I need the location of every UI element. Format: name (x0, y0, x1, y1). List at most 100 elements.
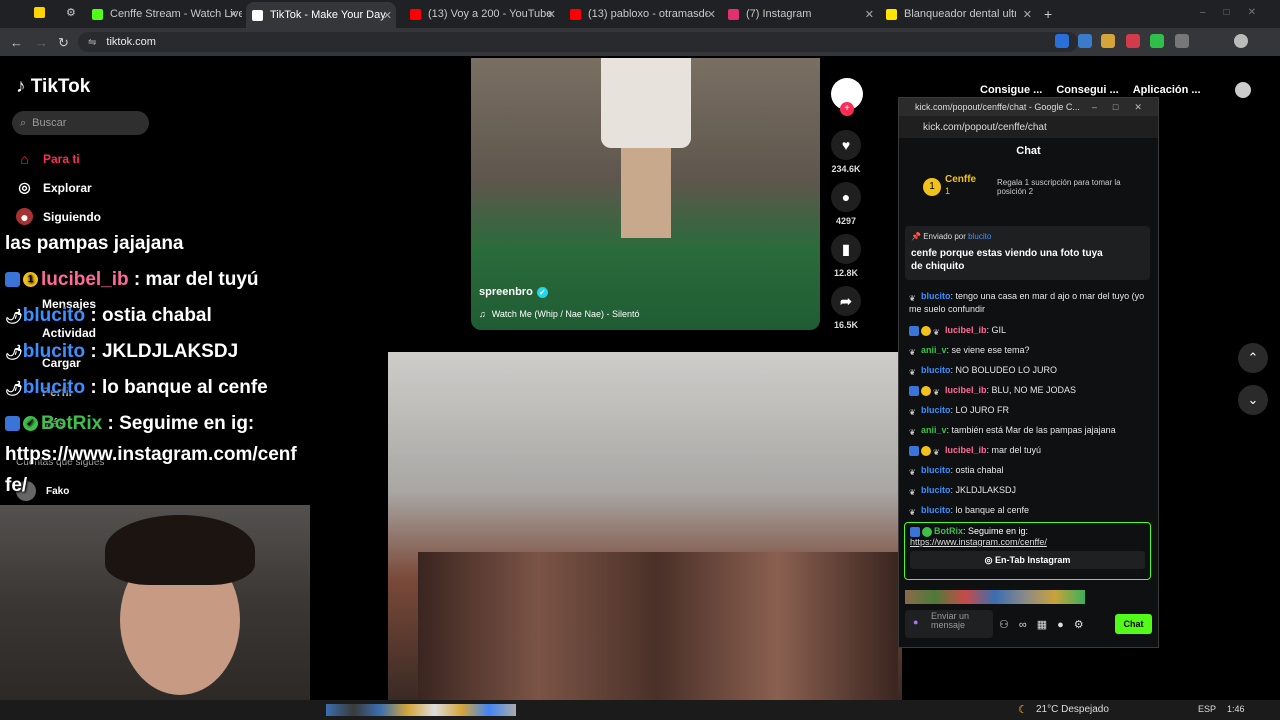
nav-explore[interactable]: ◎ Explorar (16, 179, 91, 196)
video-player-2[interactable] (388, 352, 902, 700)
chat-username[interactable]: blucito (921, 291, 951, 301)
language-indicator[interactable]: ESP (1198, 704, 1216, 714)
tab-youtube-1[interactable]: (13) Voy a 200 - YouTube ✕ (410, 4, 560, 24)
nav-activity[interactable]: Actividad (42, 326, 96, 340)
search-input[interactable]: ⌕ Buscar (12, 111, 149, 135)
pepper-badge-icon: ❦ (909, 367, 916, 377)
tab-tiktok[interactable]: TikTok - Make Your Day ✕ (246, 2, 396, 28)
chat-message: ❦ blucito: ostia chabal (909, 464, 1149, 477)
address-bar[interactable]: ⇋ tiktok.com (78, 32, 1078, 52)
new-tab-icon[interactable]: + (1044, 6, 1052, 22)
chat-username[interactable]: blucito (921, 465, 951, 475)
extension-7tv-icon[interactable] (1078, 34, 1092, 48)
tab-instagram[interactable]: (7) Instagram ✕ (728, 4, 878, 24)
pinned-message[interactable]: 📌 Enviado por blucito cenfe porque estas… (905, 226, 1150, 280)
chat-username[interactable]: anii_v (921, 345, 947, 355)
get-coins-link[interactable]: Consigue ... (980, 84, 1042, 96)
video-player-1[interactable]: spreenbro ✓ ♫ Watch Me (Whip / Nae Nae) - … (471, 58, 820, 330)
nav-following[interactable]: ● Siguiendo (16, 208, 101, 225)
chat-username[interactable]: blucito (921, 485, 951, 495)
tab-kick[interactable]: Cenffe Stream - Watch Live ✕ (92, 4, 242, 24)
instagram-favicon-icon (728, 8, 739, 20)
pepper-badge-icon: ❦ (909, 347, 916, 357)
pepper-badge-icon: ❦ (909, 427, 916, 437)
emote-strip[interactable] (905, 590, 1085, 604)
pepper-badge-icon: ❦ (909, 467, 916, 477)
extensions-puzzle-icon[interactable] (1175, 34, 1189, 48)
video-sound[interactable]: ♫ Watch Me (Whip / Nae Nae) - Silentó (479, 309, 639, 319)
follow-plus-icon[interactable]: + (840, 102, 854, 116)
mic-icon: ● (913, 617, 919, 627)
scroll-down-button[interactable]: ⌄ (1238, 385, 1268, 415)
like-button[interactable]: ♥ 234.6K (831, 130, 861, 174)
close-tab-icon[interactable]: ✕ (707, 8, 716, 21)
back-icon[interactable]: ← (10, 35, 23, 50)
popup-url-bar[interactable]: kick.com/popout/cenffe/chat (899, 116, 1158, 138)
pepper-badge-icon: ❦ (909, 407, 916, 417)
chat-username[interactable]: anii_v (921, 425, 947, 435)
extension-green-icon[interactable] (1150, 34, 1164, 48)
instagram-icon: ◎ (984, 554, 993, 565)
sidebar-toggle-icon[interactable] (34, 7, 45, 18)
chat-message: ❦ lucibel_ib: GIL (909, 324, 1149, 337)
chat-username[interactable]: blucito (921, 505, 951, 515)
send-chat-button[interactable]: Chat (1115, 614, 1152, 634)
tab-shop[interactable]: Blanqueador dental ultra blanq✕ (886, 4, 1036, 24)
chat-message: ❦ lucibel_ib: mar del tuyú (909, 444, 1149, 457)
tab-youtube-2[interactable]: (13) pabloxo - otramasdelpablo✕ (570, 4, 720, 24)
chat-text: : LO JURO FR (950, 405, 1010, 415)
compass-icon: ◎ (18, 179, 31, 195)
moderator-badge-icon (5, 416, 20, 432)
video-author[interactable]: spreenbro ✓ (479, 286, 548, 298)
scroll-up-button[interactable]: ⌃ (1238, 343, 1268, 373)
instagram-button[interactable]: ◎ En-Tab Instagram (910, 550, 1145, 569)
crowd (418, 552, 898, 700)
chat-username[interactable]: lucibel_ib (945, 445, 987, 455)
desktop-app-link[interactable]: Aplicación ... (1133, 84, 1201, 96)
tiktok-logo[interactable]: ♪ TikTok (16, 76, 90, 98)
chat-text: : se viene ese tema? (946, 345, 1030, 355)
bookmark-button[interactable]: ▮ 12.8K (831, 234, 861, 278)
forward-icon[interactable]: → (35, 35, 48, 50)
site-info-icon[interactable]: ⇋ (88, 37, 96, 48)
shop-favicon-icon (886, 8, 897, 20)
close-tab-icon[interactable]: ✕ (383, 9, 392, 22)
nav-for-you[interactable]: ⌂ Para ti (16, 150, 79, 167)
close-tab-icon[interactable]: ✕ (547, 8, 556, 21)
moderator-badge-icon (909, 445, 919, 456)
close-tab-icon[interactable]: ✕ (1023, 8, 1032, 21)
clock[interactable]: 1:46 (1227, 704, 1245, 714)
extension-abp-icon[interactable] (1126, 34, 1140, 48)
user-avatar[interactable] (1235, 82, 1251, 98)
close-tab-icon[interactable]: ✕ (229, 8, 238, 21)
chat-username[interactable]: blucito (921, 405, 951, 415)
instagram-link[interactable]: https://www.instagram.com/cenffe/ (910, 537, 1145, 547)
get-app-link[interactable]: Consegui ... (1056, 84, 1118, 96)
overlay-chat-line: 🌶blucito : ostia chabal (5, 305, 212, 326)
dancer-shorts (601, 58, 691, 148)
comment-button[interactable]: ● 4297 (831, 182, 861, 226)
chat-username[interactable]: lucibel_ib (945, 325, 987, 335)
extension-blue-icon[interactable] (1055, 34, 1069, 48)
overlay-chat-line: 🌶blucito : JKLDJLAKSDJ (5, 341, 239, 362)
taskbar-apps[interactable] (326, 704, 516, 716)
verified-badge-icon (922, 526, 932, 537)
pepper-badge-icon: 🌶 (5, 308, 23, 324)
browser-tab-bar: ⚙ Cenffe Stream - Watch Live ✕ TikTok - M… (0, 0, 1280, 28)
reload-icon[interactable]: ↻ (58, 35, 69, 51)
chat-username[interactable]: blucito (921, 365, 951, 375)
chat-input[interactable]: ● Enviar un mensaje (905, 610, 993, 638)
popup-window-controls[interactable]: –□✕ (1092, 102, 1158, 113)
overlay-chat-line: 1 lucibel_ib : mar del tuyú (5, 269, 259, 291)
chat-message: ❦ blucito: LO JURO FR (909, 404, 1149, 417)
window-controls[interactable]: –□✕ (1200, 7, 1274, 18)
extension-gold-icon[interactable] (1101, 34, 1115, 48)
tiktok-note-icon: ♪ (16, 76, 26, 97)
chat-tools[interactable]: ⚇∞▦●⚙ (999, 618, 1094, 631)
music-note-icon: ♫ (479, 309, 486, 319)
settings-icon[interactable]: ⚙ (66, 6, 76, 19)
chat-username[interactable]: lucibel_ib (945, 385, 987, 395)
close-tab-icon[interactable]: ✕ (865, 8, 874, 21)
share-button[interactable]: ➦ 16.5K (831, 286, 861, 330)
profile-avatar-icon[interactable] (1234, 34, 1248, 48)
